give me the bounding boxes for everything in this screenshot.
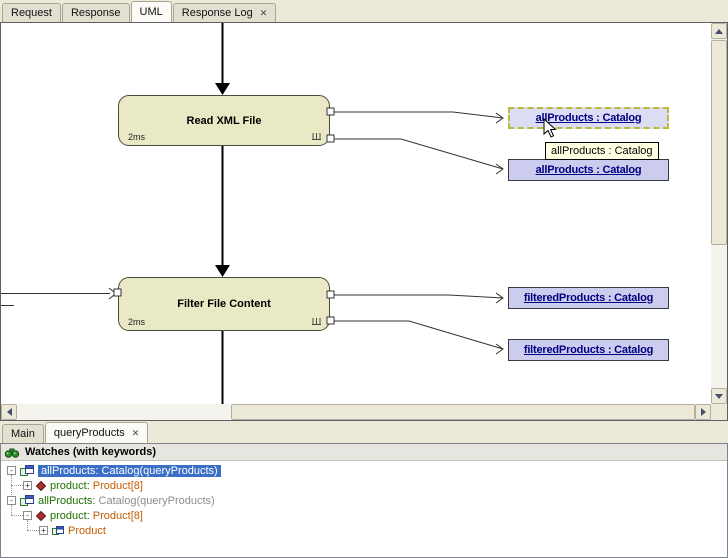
- scroll-left-button[interactable]: [1, 404, 17, 420]
- vertical-scrollbar-thumb[interactable]: [711, 40, 727, 245]
- tab-request[interactable]: Request: [2, 3, 61, 22]
- scroll-right-button[interactable]: [695, 404, 711, 420]
- watch-label: Product: [68, 525, 106, 537]
- watch-row-allproducts[interactable]: - allProducts: Catalog(queryProducts): [1, 493, 727, 508]
- tab-label: Response Log: [182, 7, 253, 19]
- expand-toggle[interactable]: +: [39, 526, 48, 535]
- watches-panel: Watches (with keywords) - allProducts: C…: [0, 443, 728, 558]
- tooltip: allProducts : Catalog: [545, 142, 659, 160]
- watch-label: allProducts: Catalog(queryProducts): [38, 465, 221, 477]
- field-icon: [36, 481, 46, 491]
- tab-label: Request: [11, 7, 52, 19]
- output-link-allproducts[interactable]: allProducts : Catalog: [508, 159, 669, 181]
- tab-response-log[interactable]: Response Log ✕: [173, 3, 277, 22]
- watch-name: Product: [68, 525, 106, 537]
- horizontal-scrollbar[interactable]: [1, 404, 711, 420]
- diagram-frame: Read XML File 2ms Filter File Content 2m…: [0, 22, 728, 421]
- node-title: Read XML File: [187, 115, 262, 127]
- object-icon: [52, 526, 64, 536]
- tab-label: Response: [71, 7, 121, 19]
- watches-title: Watches (with keywords): [25, 446, 156, 458]
- tab-label: Main: [11, 428, 35, 440]
- tab-label: queryProducts: [54, 427, 125, 439]
- watch-name: product:: [50, 510, 90, 522]
- watch-name: product:: [50, 480, 90, 492]
- mouse-cursor-icon: [543, 118, 557, 138]
- output-link-filteredproducts-1[interactable]: filteredProducts : Catalog: [508, 287, 669, 309]
- bottom-tab-bar: Main queryProducts ✕: [0, 421, 728, 443]
- watch-row-product[interactable]: + product: Product[8]: [1, 478, 727, 493]
- output-link-filteredproducts-2[interactable]: filteredProducts : Catalog: [508, 339, 669, 361]
- scroll-down-button[interactable]: [711, 388, 727, 404]
- scroll-up-button[interactable]: [711, 23, 727, 39]
- watches-icon: [4, 446, 20, 459]
- node-duration-badge: 2ms: [128, 132, 145, 142]
- watch-type: Catalog(queryProducts): [98, 465, 217, 477]
- tab-label: UML: [140, 6, 163, 18]
- close-icon[interactable]: ✕: [260, 9, 268, 18]
- arrow-left-icon: [7, 408, 12, 416]
- collapse-toggle[interactable]: -: [7, 496, 16, 505]
- activity-node-filter-file-content[interactable]: Filter File Content 2ms: [118, 277, 330, 331]
- watch-variable-icon: [20, 495, 34, 507]
- tab-response[interactable]: Response: [62, 3, 130, 22]
- collapse-toggle[interactable]: -: [7, 466, 16, 475]
- watch-label: allProducts: Catalog(queryProducts): [38, 495, 215, 507]
- uml-canvas[interactable]: Read XML File 2ms Filter File Content 2m…: [1, 23, 711, 404]
- tab-main[interactable]: Main: [2, 424, 44, 443]
- app-window: Request Response UML Response Log ✕ Read…: [0, 0, 728, 558]
- expand-toggle[interactable]: +: [23, 481, 32, 490]
- watch-row-product-item[interactable]: + Product: [1, 523, 727, 538]
- output-link-label: filteredProducts : Catalog: [524, 344, 653, 356]
- collapse-toggle[interactable]: -: [23, 511, 32, 520]
- output-link-allproducts-selected[interactable]: allProducts : Catalog: [508, 107, 669, 129]
- watch-type: Product[8]: [90, 480, 143, 492]
- watch-name: allProducts:: [38, 495, 95, 507]
- timing-icon: [310, 130, 323, 141]
- scrollbar-corner: [711, 404, 727, 420]
- watch-label: product: Product[8]: [50, 510, 143, 522]
- watch-label: product: Product[8]: [50, 480, 143, 492]
- watches-header: Watches (with keywords): [1, 444, 727, 461]
- watch-type: Product[8]: [90, 510, 143, 522]
- node-title: Filter File Content: [177, 298, 271, 310]
- watch-variable-icon: [20, 465, 34, 477]
- top-tab-bar: Request Response UML Response Log ✕: [0, 0, 728, 22]
- watch-type: Catalog(queryProducts): [95, 495, 214, 507]
- tab-queryproducts[interactable]: queryProducts ✕: [45, 422, 148, 443]
- activity-node-read-xml-file[interactable]: Read XML File 2ms: [118, 95, 330, 146]
- node-duration-badge: 2ms: [128, 317, 145, 327]
- horizontal-scrollbar-thumb[interactable]: [231, 404, 695, 420]
- arrow-up-icon: [715, 29, 723, 34]
- tab-uml[interactable]: UML: [131, 1, 172, 22]
- vertical-scrollbar[interactable]: [711, 23, 727, 404]
- watch-name: allProducts:: [41, 465, 98, 477]
- output-link-label: allProducts : Catalog: [536, 164, 642, 176]
- close-icon[interactable]: ✕: [132, 429, 140, 438]
- output-link-label: filteredProducts : Catalog: [524, 292, 653, 304]
- timing-icon: [310, 315, 323, 326]
- arrow-down-icon: [715, 394, 723, 399]
- watches-tree: - allProducts: Catalog(queryProducts) + …: [1, 461, 727, 557]
- field-icon: [36, 511, 46, 521]
- arrow-right-icon: [701, 408, 706, 416]
- watch-row-allproducts-selected[interactable]: - allProducts: Catalog(queryProducts): [1, 463, 727, 478]
- watch-row-product-2[interactable]: - product: Product[8]: [1, 508, 727, 523]
